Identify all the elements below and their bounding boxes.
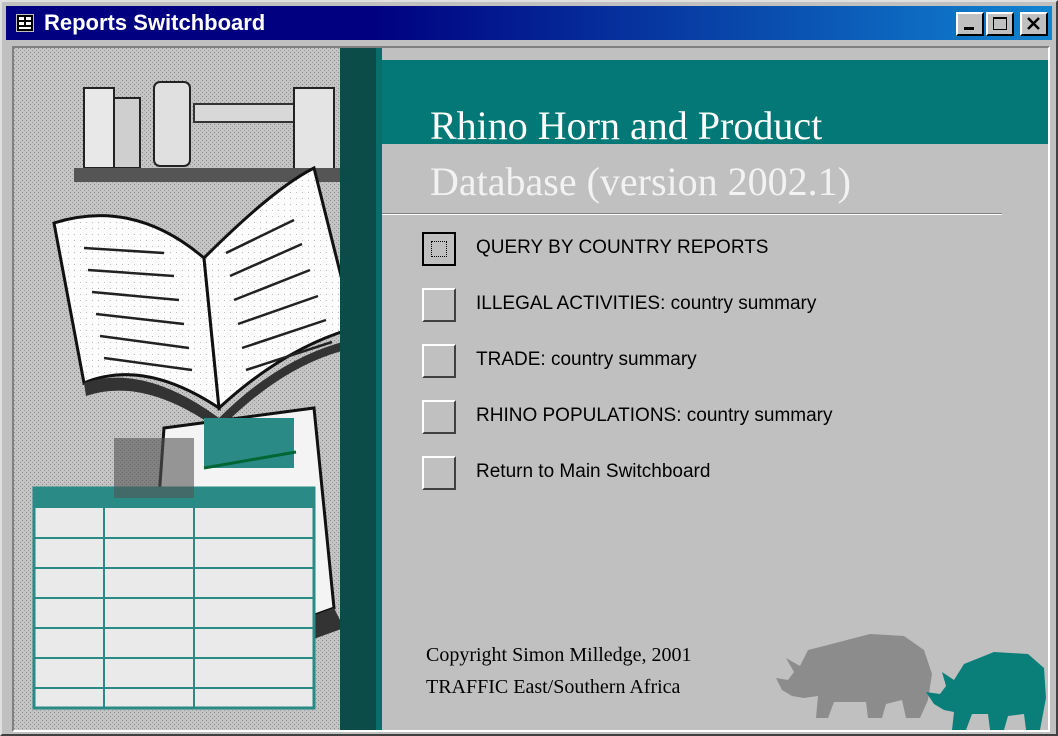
return-main-button[interactable] bbox=[422, 456, 456, 490]
query-by-country-button[interactable] bbox=[422, 232, 456, 266]
database-title: Rhino Horn and Product bbox=[430, 103, 823, 148]
maximize-icon bbox=[993, 17, 1007, 30]
menu-item-label: Return to Main Switchboard bbox=[476, 461, 711, 482]
copyright-text: Copyright Simon Milledge, 2001 bbox=[426, 644, 692, 666]
form-icon bbox=[16, 14, 34, 32]
rhino-gray-icon bbox=[776, 634, 932, 718]
database-version: Database (version 2002.1) bbox=[430, 159, 851, 204]
menu-item-label: TRADE: country summary bbox=[476, 349, 697, 370]
menu-item-label: QUERY BY COUNTRY REPORTS bbox=[476, 237, 769, 258]
rhino-populations-button[interactable] bbox=[422, 400, 456, 434]
minimize-icon bbox=[964, 27, 974, 30]
close-button[interactable] bbox=[1020, 12, 1048, 36]
rhino-teal-icon bbox=[926, 652, 1046, 730]
header-divider-highlight bbox=[382, 214, 1002, 215]
minimize-button[interactable] bbox=[956, 12, 984, 36]
teal-divider-edge bbox=[376, 48, 382, 730]
reports-switchboard-window: Reports Switchboard Rhino Horn and Produ… bbox=[0, 0, 1058, 736]
close-icon bbox=[1027, 17, 1040, 30]
title-bar[interactable]: Reports Switchboard bbox=[6, 6, 1052, 40]
menu-item-label: ILLEGAL ACTIVITIES: country summary bbox=[476, 293, 817, 314]
trade-button[interactable] bbox=[422, 344, 456, 378]
maximize-button[interactable] bbox=[986, 12, 1014, 36]
switchboard-form: Rhino Horn and Product Database (version… bbox=[12, 46, 1050, 732]
menu-item-label: RHINO POPULATIONS: country summary bbox=[476, 405, 833, 426]
organization-text: TRAFFIC East/Southern Africa bbox=[426, 676, 681, 698]
books-illustration bbox=[14, 48, 350, 730]
focus-rectangle bbox=[431, 241, 447, 257]
window-title: Reports Switchboard bbox=[44, 10, 266, 35]
illegal-activities-button[interactable] bbox=[422, 288, 456, 322]
